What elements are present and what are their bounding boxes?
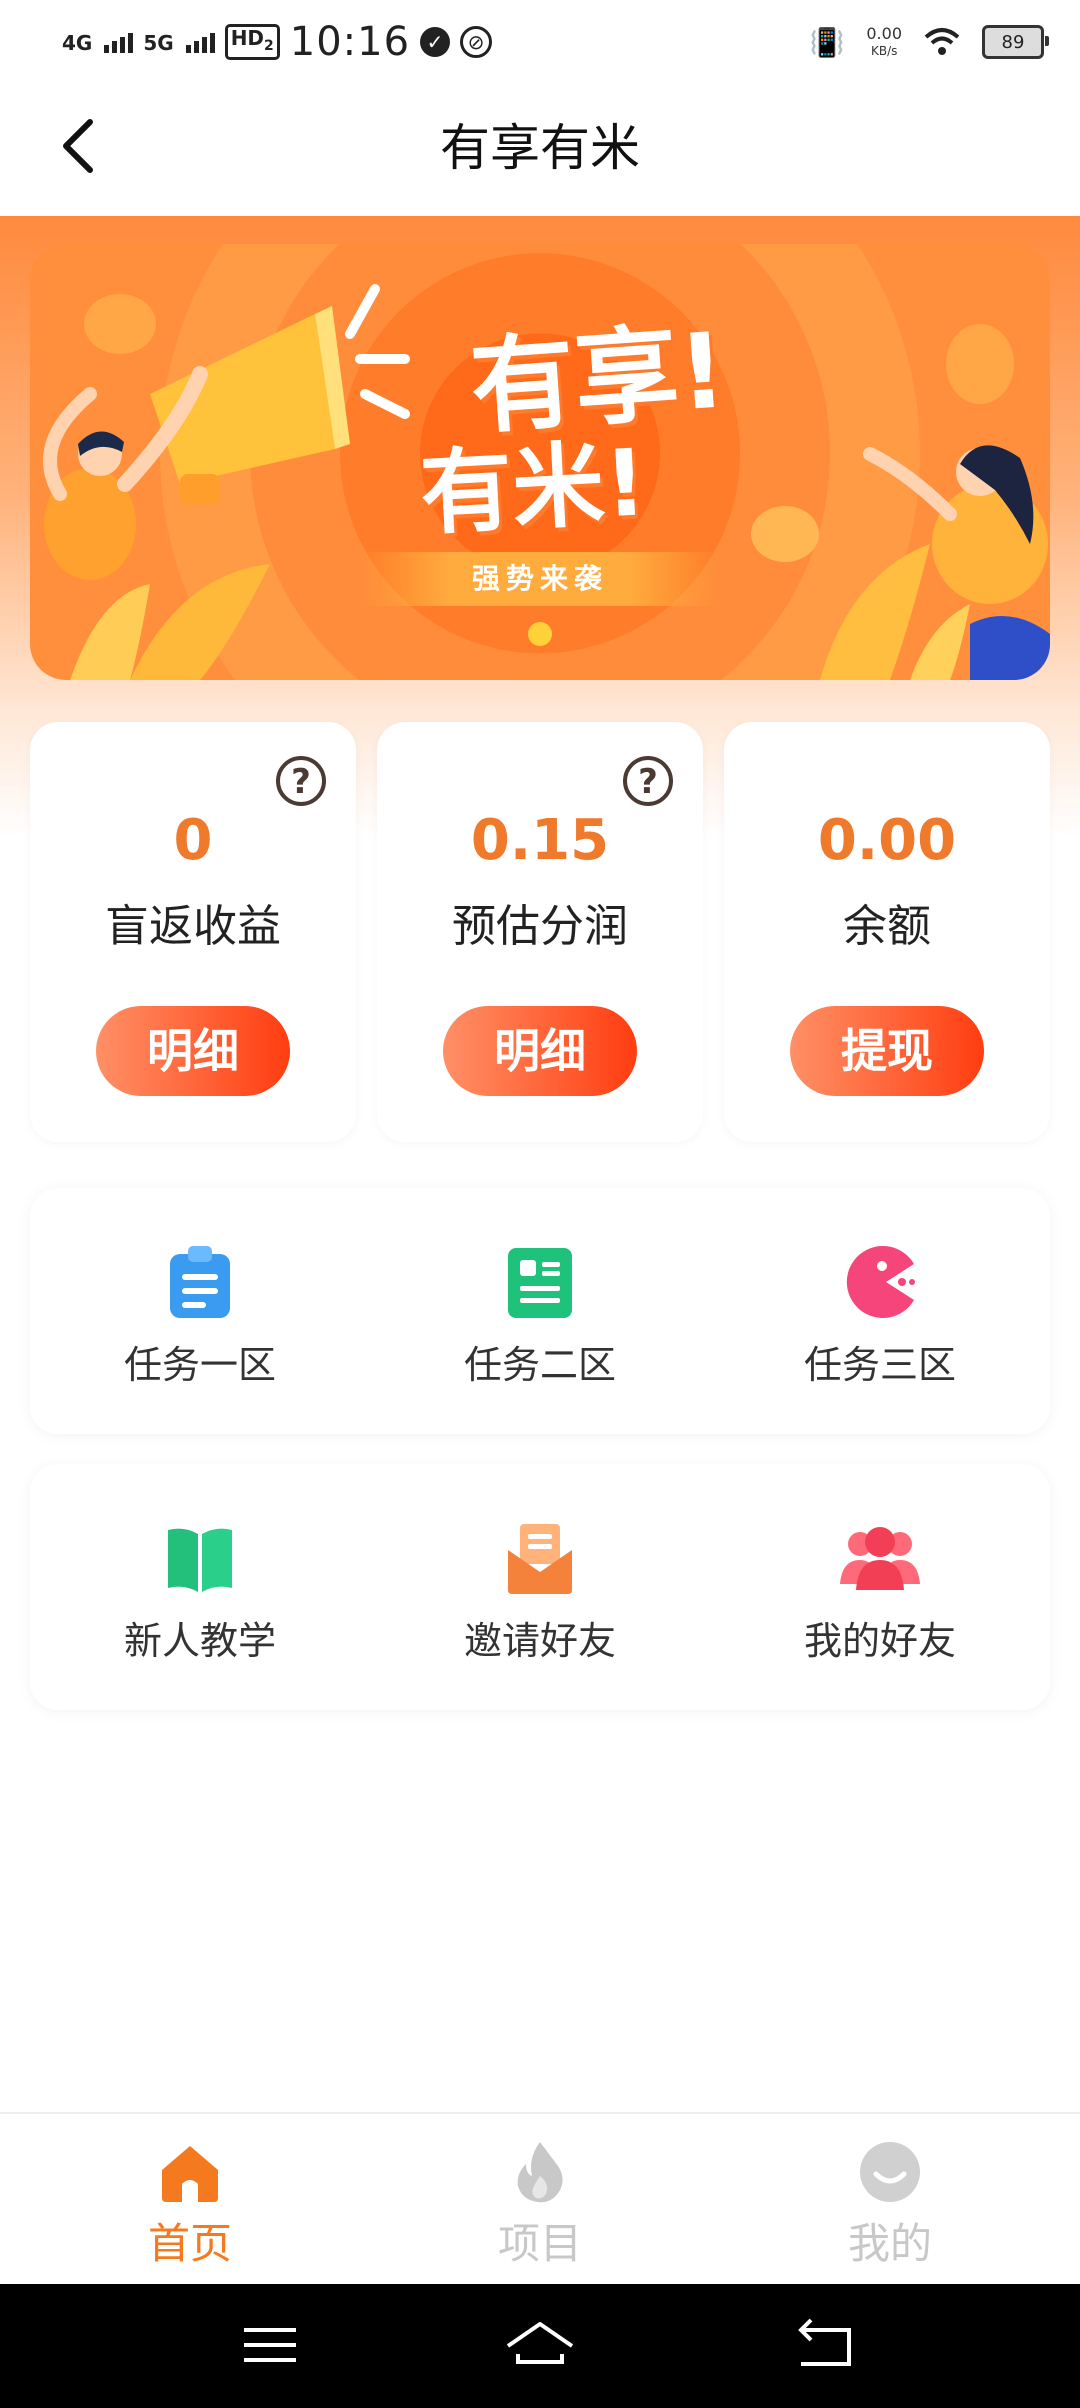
tool-label: 邀请好友	[463, 1619, 616, 1663]
carousel-indicator	[528, 622, 552, 646]
clipboard-icon	[170, 1246, 230, 1318]
tab-label: 我的	[847, 2219, 932, 2268]
envelope-icon	[508, 1524, 572, 1594]
status-left: 4G 5G HD2 10:16 ✓ ⊘	[62, 14, 493, 70]
stat-label: 预估分润	[452, 901, 628, 952]
hd-label: HD	[230, 26, 265, 50]
home-icon	[162, 2146, 218, 2202]
battery-level: 89	[1001, 31, 1025, 53]
tab-mine[interactable]: 我的	[710, 2114, 1070, 2286]
signal-bars-icon	[104, 31, 134, 53]
users-icon	[840, 1527, 920, 1590]
net-speed-value: 0.00	[866, 23, 902, 43]
back-nav-icon[interactable]	[785, 2310, 865, 2380]
task-zone-1[interactable]: 任务一区	[30, 1188, 370, 1434]
page-title: 有享有米	[440, 119, 640, 177]
home-nav-icon[interactable]	[500, 2310, 580, 2380]
book-icon	[168, 1528, 232, 1592]
stat-card-blind-rebate: ? 0 盲返收益 明细	[30, 722, 356, 1142]
clock: 10:16	[289, 19, 411, 65]
tool-newbie-tutorial[interactable]: 新人教学	[30, 1464, 370, 1710]
tools-panel: 新人教学 邀请好友 我的好友	[30, 1464, 1050, 1710]
banner-ribbon: 强势来袭	[360, 552, 720, 606]
tool-invite-friends[interactable]: 邀请好友	[370, 1464, 710, 1710]
hd-sub-label: 2	[264, 38, 274, 54]
task-zone-label: 任务三区	[803, 1343, 956, 1387]
battery-icon: 89	[982, 25, 1049, 59]
header: 有享有米	[0, 80, 1080, 216]
task-zone-3[interactable]: 任务三区	[710, 1188, 1050, 1434]
banner-headline-2: 有米!	[417, 429, 650, 548]
vibrate-icon: 📳	[809, 25, 845, 59]
detail-button[interactable]: 明细	[96, 1006, 290, 1096]
stat-label: 余额	[843, 901, 931, 952]
flame-icon	[517, 2142, 563, 2203]
tool-label: 新人教学	[123, 1619, 276, 1663]
task-zone-label: 任务二区	[463, 1343, 616, 1387]
stat-card-estimated-profit: ? 0.15 预估分润 明细	[377, 722, 703, 1142]
tool-label: 我的好友	[803, 1619, 956, 1663]
tab-label: 项目	[497, 2219, 582, 2268]
pacman-icon	[846, 1246, 915, 1318]
signal-5g-label: 5G	[143, 31, 174, 55]
stat-value: 0.15	[470, 808, 610, 873]
help-icon[interactable]: ?	[623, 756, 673, 806]
net-speed: 0.00 KB/s	[866, 23, 902, 59]
document-icon	[508, 1248, 572, 1318]
menu-icon[interactable]	[230, 2310, 310, 2380]
task-zone-2[interactable]: 任务二区	[370, 1188, 710, 1434]
tab-label: 首页	[147, 2219, 232, 2268]
bottom-tab-bar: 首页 项目 我的	[0, 2112, 1080, 2286]
system-navigation-bar	[0, 2284, 1080, 2408]
signal-bars-icon	[185, 31, 215, 53]
wifi-icon	[924, 28, 960, 55]
detail-button[interactable]: 明细	[443, 1006, 637, 1096]
back-arrow-icon[interactable]	[52, 116, 112, 176]
hd-voice-icon: HD2	[224, 24, 280, 60]
help-icon[interactable]: ?	[276, 756, 326, 806]
task-zone-panel: 任务一区 任务二区 任务三区	[30, 1188, 1050, 1434]
app-notification-icon: ⊘	[460, 26, 493, 58]
status-right: 📳 0.00 KB/s 89	[809, 18, 1049, 66]
signal-4g-label: 4G	[62, 31, 93, 55]
stat-value: 0	[173, 808, 213, 873]
net-speed-unit: KB/s	[870, 43, 898, 58]
tab-projects[interactable]: 项目	[360, 2114, 720, 2286]
stat-card-balance: 0.00 余额 提现	[724, 722, 1050, 1142]
stat-value: 0.00	[817, 808, 957, 873]
smiley-icon	[860, 2142, 920, 2202]
withdraw-button[interactable]: 提现	[790, 1006, 984, 1096]
tool-my-friends[interactable]: 我的好友	[710, 1464, 1050, 1710]
stat-label: 盲返收益	[105, 901, 281, 952]
check-circle-icon: ✓	[420, 27, 451, 57]
tab-home[interactable]: 首页	[10, 2114, 370, 2286]
status-bar: 4G 5G HD2 10:16 ✓ ⊘ 📳 0.00 KB/s 89	[0, 0, 1080, 80]
task-zone-label: 任务一区	[123, 1343, 276, 1387]
promo-banner[interactable]: 有享! 有米! 强势来袭	[30, 244, 1050, 680]
